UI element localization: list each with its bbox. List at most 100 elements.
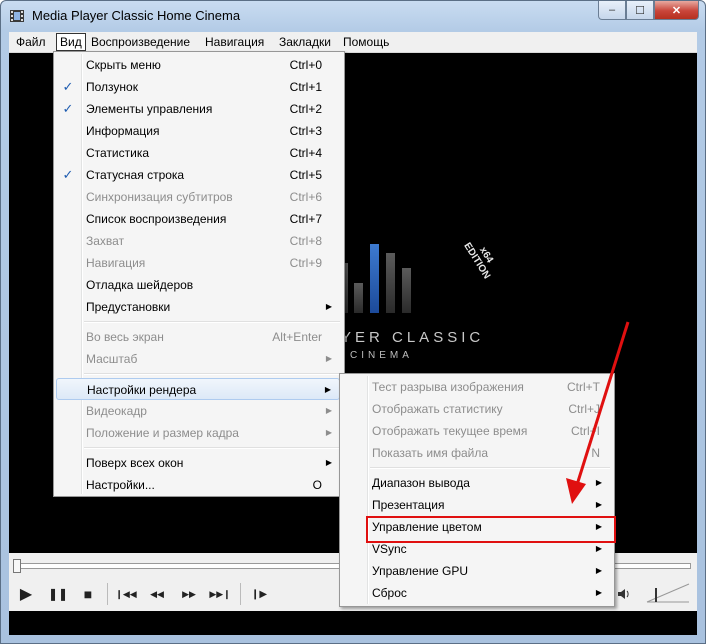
menu-item-label: Настройки рендера xyxy=(87,383,197,397)
frame-step-button[interactable]: ❙▶ xyxy=(250,585,268,603)
view-menu-item[interactable]: ✓ Ползунок Ctrl+1 xyxy=(56,76,340,98)
close-button[interactable]: ✕ xyxy=(654,1,699,20)
menu-file[interactable]: Файл xyxy=(13,34,49,50)
menu-item-label: Сброс xyxy=(372,586,407,600)
play-button[interactable]: ▶ xyxy=(17,585,35,603)
view-menu-item[interactable]: Настройки рендера ▶ xyxy=(56,378,340,400)
menu-item-label: Тест разрыва изображения xyxy=(372,380,524,394)
minimize-button[interactable]: – xyxy=(598,1,626,20)
menu-view[interactable]: Вид xyxy=(56,33,86,51)
checkmark-icon: ✓ xyxy=(62,167,74,182)
menu-separator xyxy=(84,373,340,375)
logo-subtitle: CINEMA xyxy=(350,350,413,361)
view-menu-item: Масштаб ▶ xyxy=(56,348,340,370)
view-menu-item: Положение и размер кадра ▶ xyxy=(56,422,340,444)
maximize-button[interactable]: ☐ xyxy=(626,1,654,20)
menu-item-shortcut: Ctrl+6 xyxy=(289,190,322,204)
next-button[interactable]: ▶▶❙ xyxy=(209,585,230,603)
menu-item-label: Положение и размер кадра xyxy=(86,426,239,440)
volume-icon[interactable] xyxy=(615,585,633,603)
menu-item-shortcut: O xyxy=(312,478,322,492)
menu-item-shortcut: Ctrl+8 xyxy=(289,234,322,248)
menu-item-label: Ползунок xyxy=(86,80,138,94)
separator xyxy=(240,583,241,605)
view-menu-item[interactable]: Статистика Ctrl+4 xyxy=(56,142,340,164)
logo-bar xyxy=(354,283,363,313)
checkmark-icon: ✓ xyxy=(62,79,74,94)
film-icon xyxy=(10,10,24,22)
menu-item-label: Во весь экран xyxy=(86,330,164,344)
menu-playback[interactable]: Воспроизведение xyxy=(88,34,193,50)
edition-label: x64 EDITION xyxy=(461,235,501,281)
view-menu-item: Синхронизация субтитров Ctrl+6 xyxy=(56,186,340,208)
view-menu-item[interactable]: Настройки... O xyxy=(56,474,340,496)
menu-item-label: Отображать текущее время xyxy=(372,424,528,438)
checkmark-icon: ✓ xyxy=(62,101,74,116)
menu-item-label: Показать имя файла xyxy=(372,446,489,460)
menu-item-label: Настройки... xyxy=(86,478,155,492)
menu-item-label: Захват xyxy=(86,234,125,248)
menu-item-label: Синхронизация субтитров xyxy=(86,190,233,204)
menu-bar: Файл Вид Воспроизведение Навигация Закла… xyxy=(9,32,697,53)
menu-separator xyxy=(84,321,340,323)
menu-item-label: Список воспроизведения xyxy=(86,212,227,226)
logo-text: YER CLASSIC xyxy=(341,329,485,346)
view-menu-item[interactable]: Предустановки ▶ xyxy=(56,296,340,318)
menu-item-label: Предустановки xyxy=(86,300,171,314)
menu-help[interactable]: Помощь xyxy=(340,34,392,50)
menu-item-shortcut: Alt+Enter xyxy=(272,330,322,344)
menu-item-label: Статусная строка xyxy=(86,168,185,182)
volume-slider[interactable] xyxy=(645,580,691,604)
submenu-arrow-icon: ▶ xyxy=(595,588,602,597)
menu-item-shortcut: Ctrl+2 xyxy=(289,102,322,116)
stop-button[interactable]: ■ xyxy=(79,585,97,603)
menu-item-label: Поверх всех окон xyxy=(86,456,184,470)
seek-thumb[interactable] xyxy=(13,559,21,573)
submenu-arrow-icon: ▶ xyxy=(324,385,331,394)
status-bar xyxy=(9,611,697,635)
menu-item-shortcut: Ctrl+3 xyxy=(289,124,322,138)
view-menu-item[interactable]: ✓ Элементы управления Ctrl+2 xyxy=(56,98,340,120)
menu-item-label: Масштаб xyxy=(86,352,138,366)
separator xyxy=(107,583,108,605)
pause-button[interactable]: ❚❚ xyxy=(48,585,68,603)
menu-item-shortcut: Ctrl+1 xyxy=(289,80,322,94)
menu-navigation[interactable]: Навигация xyxy=(202,34,267,50)
render-menu-item[interactable]: Управление GPU ▶ xyxy=(342,560,610,582)
annotation-arrow xyxy=(566,321,630,504)
menu-item-shortcut: Ctrl+0 xyxy=(289,58,322,72)
submenu-arrow-icon: ▶ xyxy=(325,458,332,467)
menu-item-label: Информация xyxy=(86,124,160,138)
menu-item-label: Элементы управления xyxy=(86,102,213,116)
rewind-button[interactable]: ◀◀ xyxy=(148,585,166,603)
menu-separator xyxy=(84,447,340,449)
logo-bar xyxy=(402,268,411,313)
view-menu-item[interactable]: Отладка шейдеров xyxy=(56,274,340,296)
window-title: Media Player Classic Home Cinema xyxy=(32,8,241,23)
menu-item-label: Скрыть меню xyxy=(86,58,161,72)
view-menu-item: Видеокадр ▶ xyxy=(56,400,340,422)
menu-item-shortcut: Ctrl+4 xyxy=(289,146,322,160)
title-bar[interactable]: Media Player Classic Home Cinema – ☐ ✕ xyxy=(1,1,705,31)
menu-item-shortcut: Ctrl+9 xyxy=(289,256,322,270)
menu-item-label: Статистика xyxy=(86,146,150,160)
submenu-arrow-icon: ▶ xyxy=(325,406,332,415)
menu-item-label: Управление GPU xyxy=(372,564,469,578)
view-menu-item: Навигация Ctrl+9 xyxy=(56,252,340,274)
view-menu-item[interactable]: Скрыть меню Ctrl+0 xyxy=(56,54,340,76)
view-menu-item[interactable]: Поверх всех окон ▶ xyxy=(56,452,340,474)
submenu-arrow-icon: ▶ xyxy=(325,354,332,363)
view-menu-item[interactable]: Информация Ctrl+3 xyxy=(56,120,340,142)
view-menu-item[interactable]: Список воспроизведения Ctrl+7 xyxy=(56,208,340,230)
menu-item-label: Отображать статистику xyxy=(372,402,503,416)
menu-item-label: Презентация xyxy=(372,498,445,512)
forward-button[interactable]: ▶▶ xyxy=(180,585,198,603)
menu-bookmarks[interactable]: Закладки xyxy=(276,34,334,50)
logo-bar xyxy=(386,253,395,313)
submenu-arrow-icon: ▶ xyxy=(325,302,332,311)
render-menu-item[interactable]: Сброс ▶ xyxy=(342,582,610,604)
previous-button[interactable]: ❙◀◀ xyxy=(115,585,136,603)
menu-item-shortcut: Ctrl+7 xyxy=(289,212,322,226)
view-menu: Скрыть меню Ctrl+0 ✓ Ползунок Ctrl+1 ✓ Элемент… xyxy=(53,51,345,497)
view-menu-item[interactable]: ✓ Статусная строка Ctrl+5 xyxy=(56,164,340,186)
